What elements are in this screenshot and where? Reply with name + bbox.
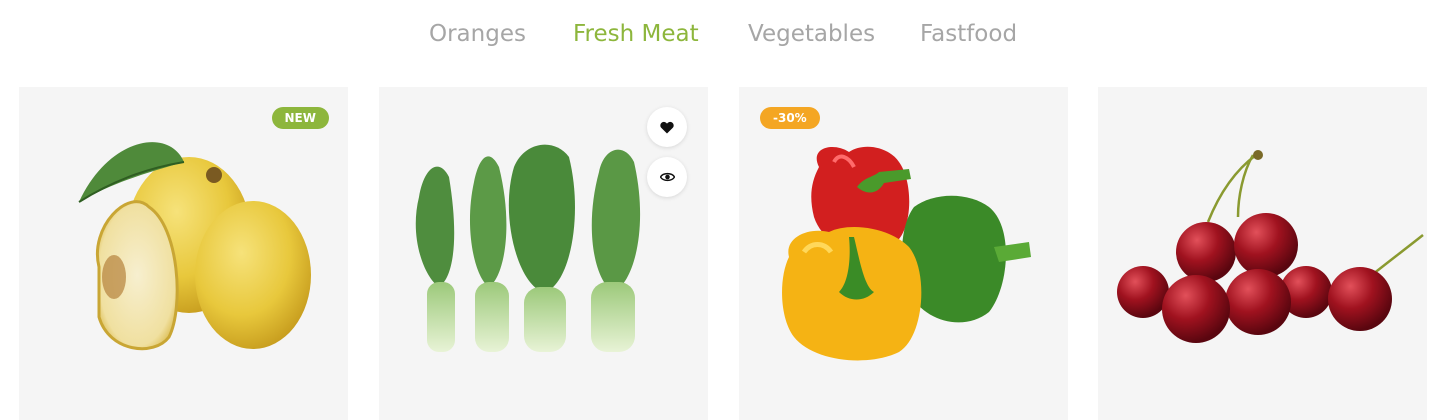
discount-badge: -30% bbox=[760, 107, 820, 129]
category-tabs: Oranges Fresh Meat Vegetables Fastfood bbox=[0, 14, 1446, 54]
new-badge: NEW bbox=[271, 107, 329, 129]
product-card[interactable]: -30% bbox=[739, 87, 1068, 420]
product-card[interactable] bbox=[379, 87, 708, 420]
eye-icon bbox=[659, 172, 675, 182]
tab-fresh-meat[interactable]: Fresh Meat bbox=[573, 14, 699, 54]
heart-icon bbox=[660, 121, 674, 133]
quick-view-button[interactable] bbox=[647, 157, 687, 197]
tab-fastfood[interactable]: Fastfood bbox=[920, 14, 1017, 54]
tab-oranges[interactable]: Oranges bbox=[429, 14, 526, 54]
product-card[interactable]: NEW bbox=[19, 87, 348, 420]
cherries-image[interactable] bbox=[1098, 87, 1427, 420]
tab-vegetables[interactable]: Vegetables bbox=[748, 14, 875, 54]
wishlist-button[interactable] bbox=[647, 107, 687, 147]
quince-image[interactable] bbox=[19, 87, 348, 420]
bell-peppers-image[interactable] bbox=[739, 87, 1068, 420]
product-card[interactable] bbox=[1098, 87, 1427, 420]
